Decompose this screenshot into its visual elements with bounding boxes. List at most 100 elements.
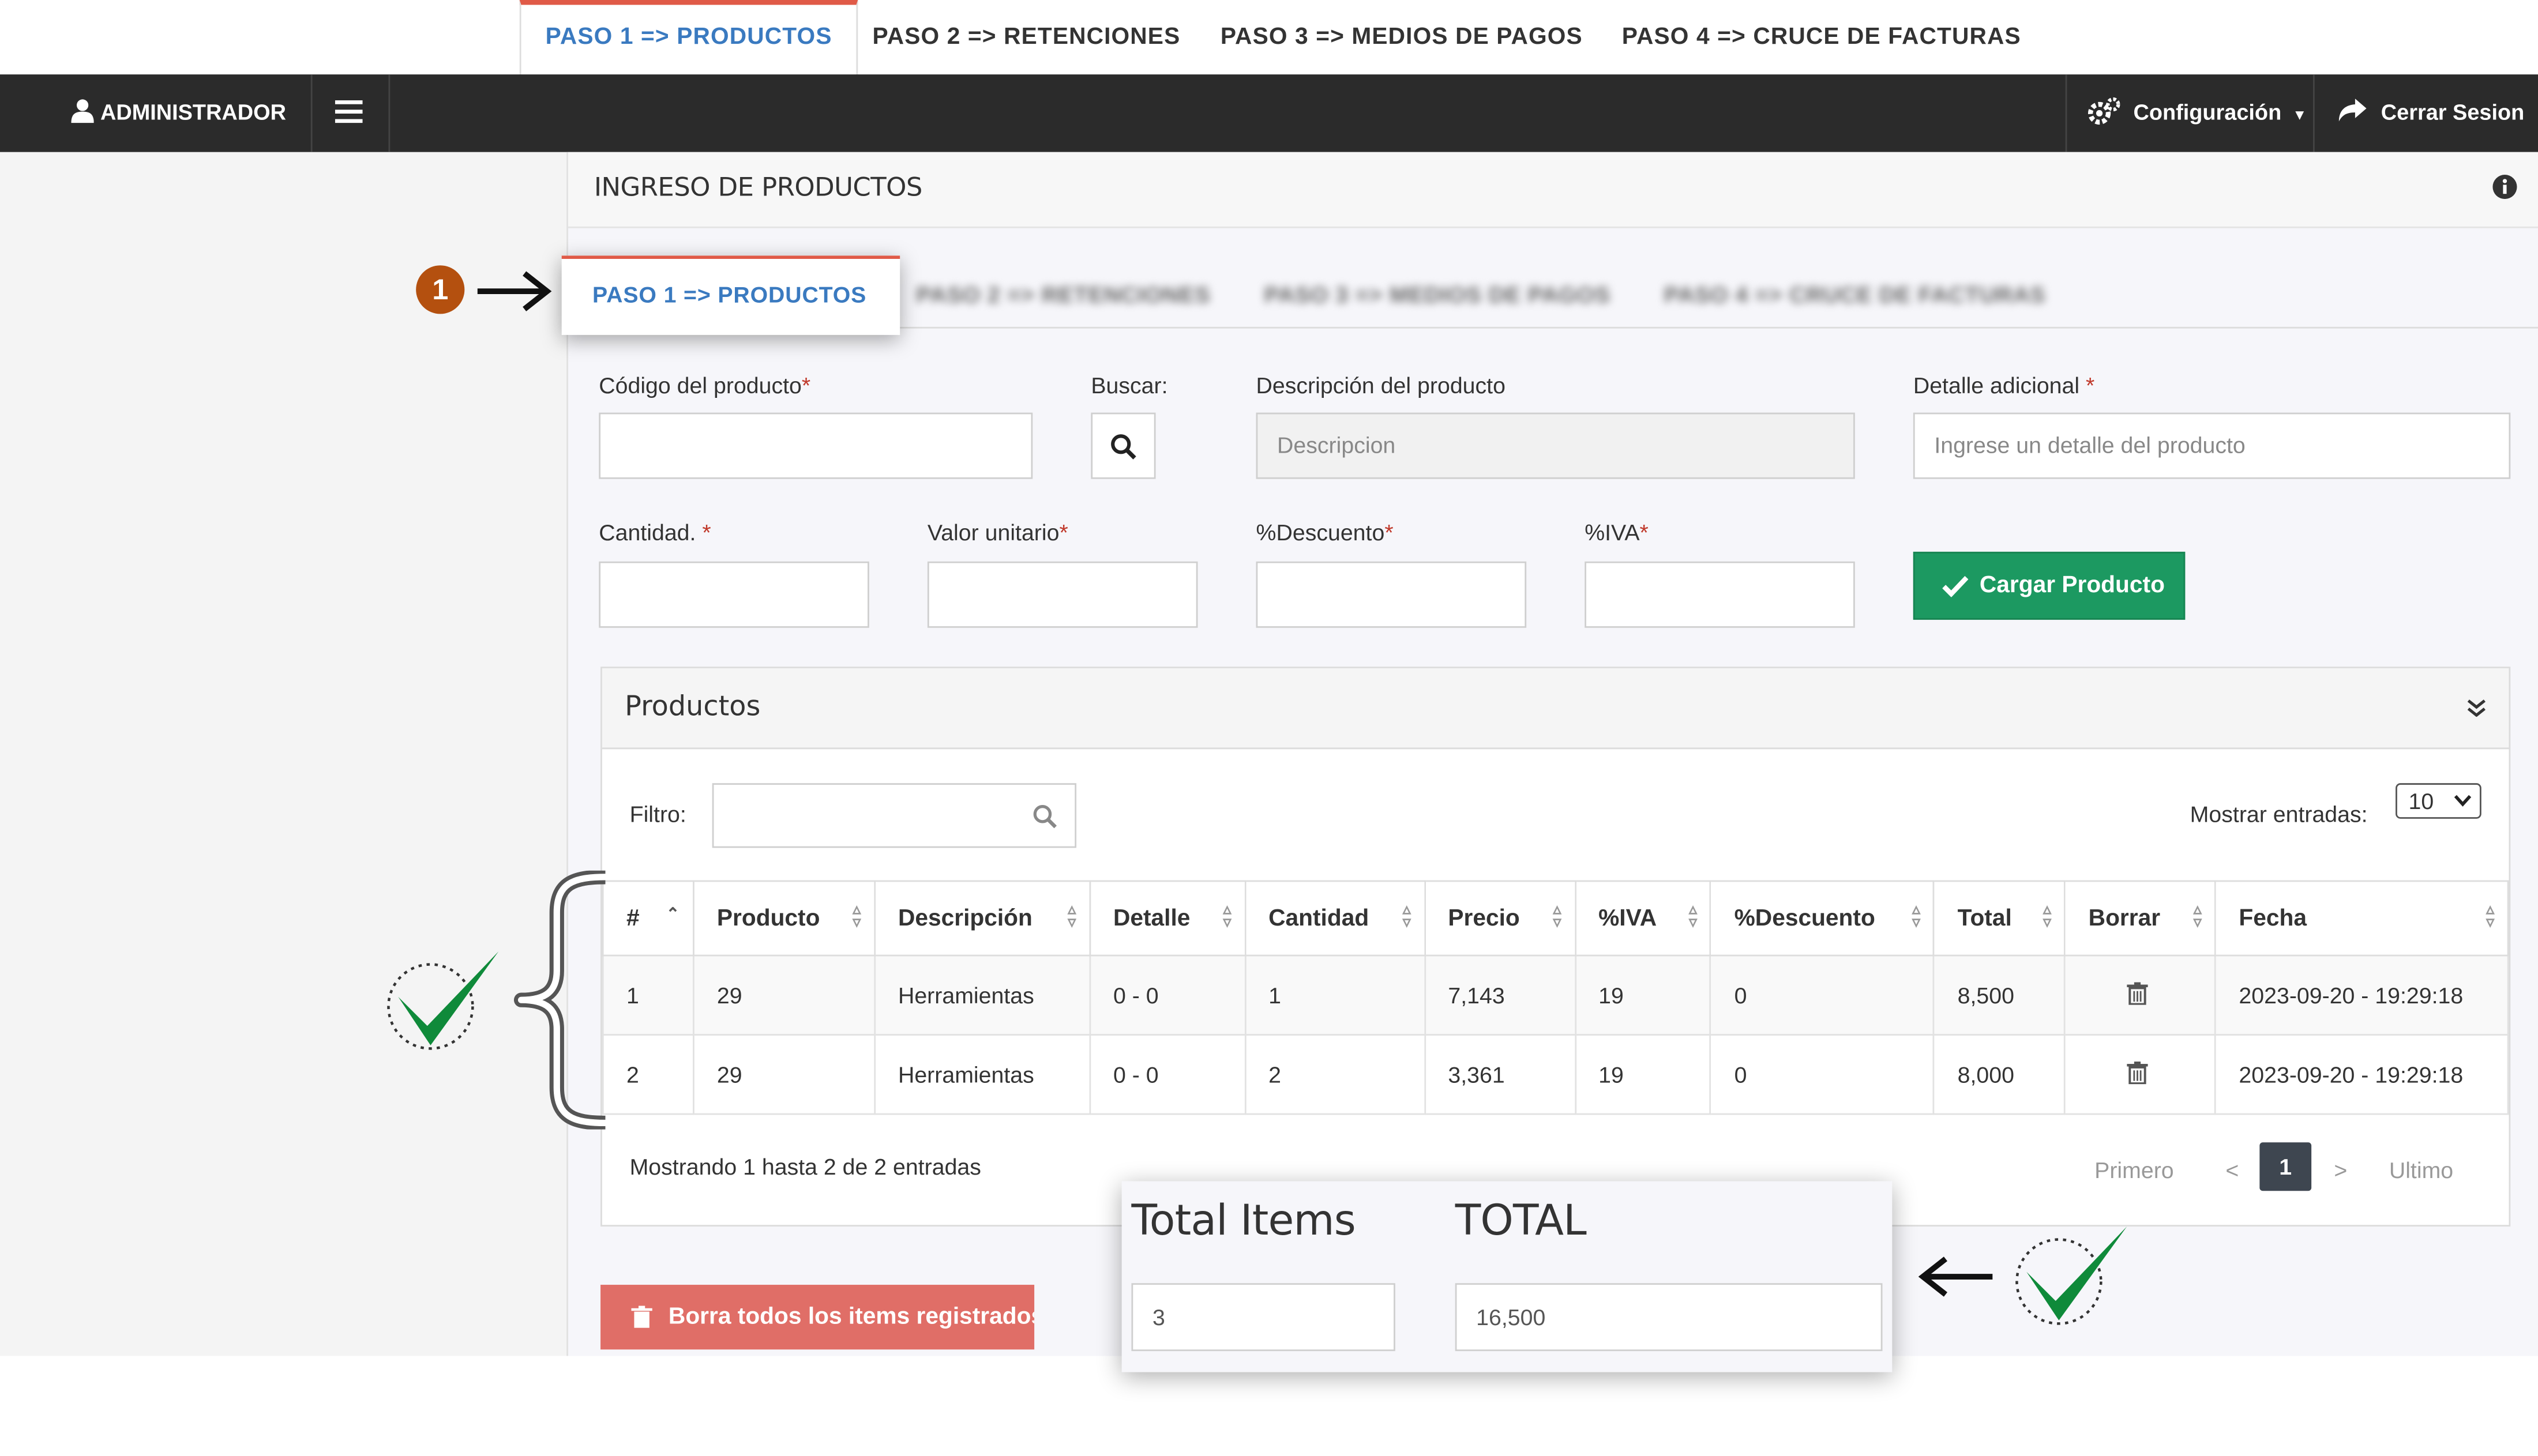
logout-button[interactable]: Cerrar Sesion — [2337, 74, 2524, 152]
table-cell: Herramientas — [873, 1034, 1091, 1115]
table-row: 1 29 Herramientas 0 - 0 1 7,143 19 0 8,5… — [602, 954, 2509, 1036]
table-header-row: # ⌃ Producto ▵ ▿ Descripción ▵ ▿ Detalle ▵ ▿ Ca… — [602, 880, 2509, 957]
total-items-field[interactable]: 3 — [1131, 1283, 1395, 1352]
cargar-producto-label: Cargar Producto — [1979, 573, 2165, 599]
arrow-left-icon — [1918, 1256, 1993, 1297]
panel-header: INGRESO DE PRODUCTOS — [568, 152, 2538, 228]
logout-label: Cerrar Sesion — [2381, 100, 2525, 125]
sort-icon: ▵ ▿ — [1553, 901, 1561, 932]
user-icon — [71, 99, 94, 123]
trash-icon — [631, 1305, 652, 1328]
total-field[interactable]: 16,500 — [1455, 1283, 1883, 1352]
column-header[interactable]: Precio ▵ ▿ — [1424, 880, 1576, 957]
sort-asc-icon: ⌃ — [666, 906, 680, 924]
totals-card: Total Items TOTAL 3 16,500 — [1121, 1181, 1893, 1372]
table-cell: 7,143 — [1424, 954, 1576, 1036]
column-header[interactable]: Producto ▵ ▿ — [692, 880, 876, 957]
buscar-button[interactable] — [1091, 412, 1156, 479]
cargar-producto-button[interactable]: Cargar Producto — [1913, 551, 2186, 620]
chevron-down-icon — [2454, 795, 2472, 807]
admin-user-label: ADMINISTRADOR — [100, 100, 286, 125]
sort-icon: ▵ ▿ — [2043, 901, 2052, 932]
table-cell: 19 — [1574, 1034, 1712, 1115]
codigo-label: Código del producto* — [599, 372, 811, 398]
filtro-label: Filtro: — [629, 801, 686, 827]
panel-title: INGRESO DE PRODUCTOS — [594, 171, 923, 202]
mostrar-entradas-label: Mostrar entradas: — [2190, 801, 2368, 827]
admin-user-menu[interactable]: ADMINISTRADOR — [71, 74, 286, 152]
productos-title: Productos — [625, 691, 761, 724]
descripcion-label: Descripción del producto — [1256, 372, 1505, 398]
borrar-todos-button[interactable]: Borra todos los items registrados — [600, 1285, 1035, 1350]
column-header[interactable]: Descripción ▵ ▿ — [873, 880, 1091, 957]
tab-productos[interactable]: PASO 1 => PRODUCTOS — [561, 255, 900, 335]
column-header[interactable]: %IVA ▵ ▿ — [1574, 880, 1712, 957]
column-header[interactable]: # ⌃ — [602, 880, 694, 957]
table-cell: 2023-09-20 - 19:29:18 — [2214, 954, 2509, 1036]
table-cell: 1 — [602, 954, 694, 1036]
valor-unitario-label: Valor unitario* — [927, 519, 1068, 545]
table-cell: 1 — [1244, 954, 1426, 1036]
gears-icon — [2088, 97, 2120, 125]
sort-icon: ▵ ▿ — [1688, 901, 1698, 932]
total-label: TOTAL — [1455, 1197, 1587, 1246]
descripcion-input: Descripcion — [1256, 412, 1855, 479]
table-cell: 19 — [1574, 954, 1712, 1036]
detalle-input[interactable]: Ingrese un detalle del producto — [1913, 412, 2511, 479]
pager-last[interactable]: Ultimo — [2389, 1146, 2453, 1194]
hamburger-icon — [335, 100, 363, 123]
column-header[interactable]: Cantidad ▵ ▿ — [1244, 880, 1426, 957]
collapse-chevron-icon[interactable] — [2467, 699, 2487, 717]
descuento-label: %Descuento* — [1256, 519, 1394, 545]
config-dropdown[interactable]: Configuración ▼ — [2088, 74, 2307, 152]
column-header[interactable]: Borrar ▵ ▿ — [2064, 880, 2217, 957]
table-cell: 8,000 — [1933, 1034, 2066, 1115]
table-cell: 0 - 0 — [1088, 1034, 1246, 1115]
detalle-label: Detalle adicional * — [1913, 372, 2095, 398]
sort-icon: ▵ ▿ — [2193, 901, 2202, 932]
sort-icon: ▵ ▿ — [1223, 901, 1232, 932]
table-cell: 2 — [602, 1034, 694, 1115]
pager-current[interactable]: 1 — [2259, 1142, 2312, 1191]
top-tab-retenciones[interactable]: PASO 2 => RETENCIONES — [872, 0, 1180, 74]
pager-next[interactable]: > — [2334, 1146, 2347, 1194]
navbar: ADMINISTRADOR Configuración ▼ Cerrar Ses… — [0, 74, 2538, 152]
sidebar — [0, 152, 567, 1356]
search-icon — [1033, 804, 1057, 829]
column-header[interactable]: Detalle ▵ ▿ — [1088, 880, 1246, 957]
delete-row-button[interactable] — [2064, 954, 2217, 1036]
column-header[interactable]: %Descuento ▵ ▿ — [1710, 880, 1935, 957]
info-icon[interactable] — [2492, 175, 2517, 200]
table-cell: 2023-09-20 - 19:29:18 — [2214, 1034, 2509, 1115]
sort-icon: ▵ ▿ — [1068, 901, 1076, 932]
pager-first[interactable]: Primero — [2094, 1146, 2174, 1194]
table-row: 2 29 Herramientas 0 - 0 2 3,361 19 0 8,0… — [602, 1034, 2509, 1115]
entries-select[interactable]: 10 — [2396, 783, 2481, 819]
cantidad-input[interactable] — [599, 561, 869, 628]
tab-retenciones[interactable]: PASO 2 => RETENCIONES — [916, 281, 1210, 307]
top-tab-productos[interactable]: PASO 1 => PRODUCTOS — [519, 0, 858, 76]
productos-header: Productos — [602, 668, 2509, 750]
cantidad-label: Cantidad. * — [599, 519, 711, 545]
tab-medios-de-pagos[interactable]: PASO 3 => MEDIOS DE PAGOS — [1264, 281, 1610, 307]
top-tab-medios-de-pagos[interactable]: PASO 3 => MEDIOS DE PAGOS — [1221, 0, 1583, 74]
table-cell: 3,361 — [1424, 1034, 1576, 1115]
delete-row-button[interactable] — [2064, 1034, 2217, 1115]
search-icon — [1111, 434, 1136, 460]
table-cell: 2 — [1244, 1034, 1426, 1115]
top-tab-cruce-de-facturas[interactable]: PASO 4 => CRUCE DE FACTURAS — [1622, 0, 2021, 74]
column-header[interactable]: Total ▵ ▿ — [1933, 880, 2066, 957]
table-info: Mostrando 1 hasta 2 de 2 entradas — [629, 1153, 981, 1180]
table-cell: 0 — [1710, 1034, 1935, 1115]
share-arrow-icon — [2338, 99, 2367, 122]
codigo-input[interactable] — [599, 412, 1033, 479]
filtro-input[interactable] — [712, 783, 1077, 848]
iva-input[interactable] — [1585, 561, 1855, 628]
menu-toggle-button[interactable] — [335, 74, 363, 152]
descuento-input[interactable] — [1256, 561, 1527, 628]
column-header[interactable]: Fecha ▵ ▿ — [2214, 880, 2509, 957]
iva-label: %IVA* — [1585, 519, 1649, 545]
valor-unitario-input[interactable] — [927, 561, 1198, 628]
tab-cruce-de-facturas[interactable]: PASO 4 => CRUCE DE FACTURAS — [1664, 281, 2046, 307]
pager-prev[interactable]: < — [2225, 1146, 2239, 1194]
